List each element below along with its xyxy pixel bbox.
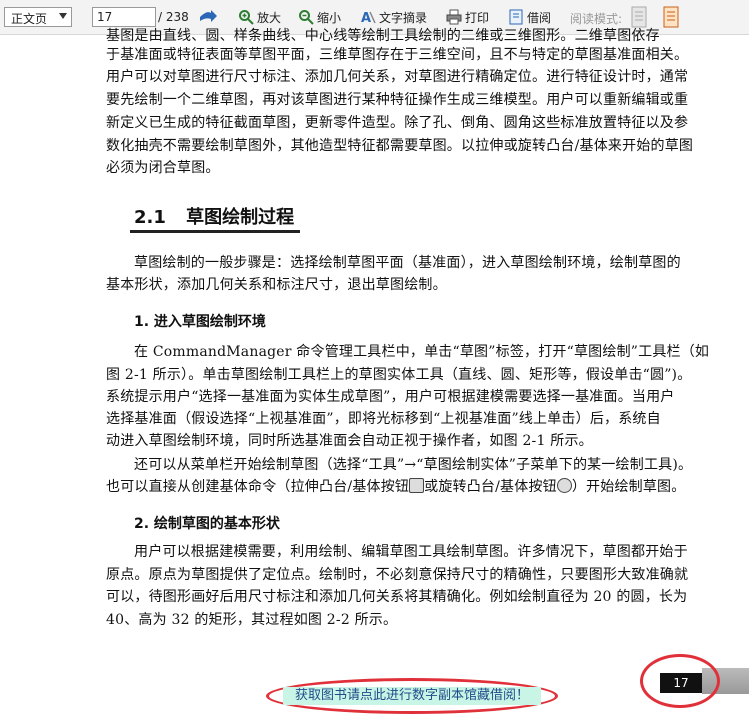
para-fragment: 或旋转凸台/基体按钮	[424, 479, 557, 495]
section-rule	[130, 230, 300, 233]
view-mode-value: 正文页	[11, 12, 48, 26]
para-line: 基图是由直线、圆、样条曲线、中心线等绘制工具绘制的二维或三维图形。二维草图依存	[106, 28, 660, 44]
text-mode-icon[interactable]	[662, 6, 680, 28]
step2-heading: 2. 绘制草图的基本形状	[134, 516, 280, 532]
revolve-boss-icon	[556, 478, 572, 493]
para-line: 草图绘制的一般步骤是：选择绘制草图平面（基准面），进入草图绘制环境，绘制草图的	[134, 255, 681, 271]
magnifier-minus-icon	[299, 10, 314, 25]
section-heading: 2.1 草图绘制过程	[134, 203, 294, 229]
extrude-boss-icon	[409, 478, 425, 493]
zoom-in-label: 放大	[257, 10, 282, 25]
para-line: 要先绘制一个二维草图，再对该草图进行某种特征操作生成三维模型。用户可以重新编辑或…	[106, 92, 689, 108]
para-fragment: 也可以直接从创建基体命令（拉伸凸台/基体按钮	[106, 479, 410, 495]
single-page-mode-icon[interactable]	[630, 6, 648, 28]
para-line: 图 2-1 所示）。单击草图绘制工具栏上的草图实体工具（直线、圆、矩形等，假设单…	[106, 367, 692, 383]
para-line: 可以，待图形画好后用尺寸标注和添加几何关系将其精确化。例如绘制直径为 20 的圆…	[106, 589, 688, 605]
reading-mode-label: 阅读模式:	[570, 12, 623, 26]
text-extract-button[interactable]: A 文字摘录	[360, 6, 427, 28]
para-line: 原点。原点为草图提供了定位点。绘制时，不必刻意保持尺寸的精确性，只要图形大致准确…	[106, 567, 689, 583]
borrow-button[interactable]: 借阅	[508, 6, 551, 28]
para-line: 必须为闭合草图。	[106, 160, 220, 176]
go-arrow-icon[interactable]	[198, 8, 218, 26]
borrow-label: 借阅	[527, 10, 552, 25]
para-line: 用户可以对草图进行尺寸标注、添加几何关系，对草图进行精确定位。进行特征设计时，通…	[106, 69, 689, 85]
text-extract-icon: A	[361, 11, 376, 25]
section-title: 草图绘制过程	[186, 207, 295, 228]
para-line: 还可以从菜单栏开始绘制草图（选择“工具”→“草图绘制实体”子菜单下的某一绘制工具…	[134, 457, 693, 473]
para-line: 基本形状，添加几何关系和标注尺寸，退出草图绘制。	[106, 277, 447, 293]
zoom-out-label: 缩小	[317, 10, 342, 25]
printer-icon	[446, 9, 462, 25]
para-fragment: ）开始绘制草图。	[571, 479, 686, 495]
borrow-link-ring: 获取图书请点此进行数字副本馆藏借阅！	[266, 678, 558, 714]
para-line: 于基准面或特征表面等草图平面，三维草图存在于三维空间，且不与特定的草图基准面相关…	[106, 47, 689, 63]
para-line: 用户可以根据建模需要，利用绘制、编辑草图工具绘制草图。许多情况下，草图都开始于	[134, 544, 688, 560]
print-button[interactable]: 打印	[446, 6, 489, 28]
svg-text:A: A	[361, 11, 371, 25]
para-line: 在 CommandManager 命令管理工具栏中，单击“草图”标签，打开“草图…	[134, 344, 710, 360]
para-line: 系统提示用户“选择一基准面为实体生成草图”，用户可根据建模需要选择一基准面。当用…	[106, 389, 675, 405]
page-number-input[interactable]: 17	[92, 7, 156, 27]
magnifier-plus-icon	[239, 10, 254, 25]
text-extract-label: 文字摘录	[379, 10, 428, 25]
print-label: 打印	[465, 10, 490, 25]
section-number: 2.1	[134, 207, 166, 228]
step1-heading: 1. 进入草图绘制环境	[134, 314, 266, 330]
para-line-with-icons: 也可以直接从创建基体命令（拉伸凸台/基体按钮 或旋转凸台/基体按钮 ）开始绘制草图。	[106, 478, 685, 497]
chevron-down-icon	[59, 13, 67, 19]
zoom-in-button[interactable]: 放大	[238, 6, 281, 28]
zoom-out-button[interactable]: 缩小	[298, 6, 341, 28]
para-line: 新定义已生成的特征截面草图，更新零件造型。除了孔、倒角、圆角这些标准放置特征以及…	[106, 115, 689, 131]
page-number-highlight-ring	[640, 654, 720, 708]
para-line: 动进入草图绘制环境，同时所选基准面会自动正视于操作者，如图 2-1 所示。	[106, 433, 593, 449]
page-total: / 238	[158, 10, 189, 24]
para-line: 数化抽壳不需要绘制草图外，其他造型特征都需要草图。以拉伸或旋转凸台/基体来开始的…	[106, 138, 694, 154]
book-icon	[509, 9, 523, 25]
view-mode-select[interactable]: 正文页	[4, 7, 72, 27]
para-line: 40、高为 32 的矩形，其过程如图 2-2 所示。	[106, 612, 398, 628]
borrow-link[interactable]: 获取图书请点此进行数字副本馆藏借阅！	[283, 687, 541, 705]
book-page: 基图是由直线、圆、样条曲线、中心线等绘制工具绘制的二维或三维图形。二维草图依存 …	[0, 28, 749, 722]
para-line: 选择基准面（假设选择“上视基准面”，即将光标移到“上视基准面”线上单击）后，系统…	[106, 411, 661, 427]
